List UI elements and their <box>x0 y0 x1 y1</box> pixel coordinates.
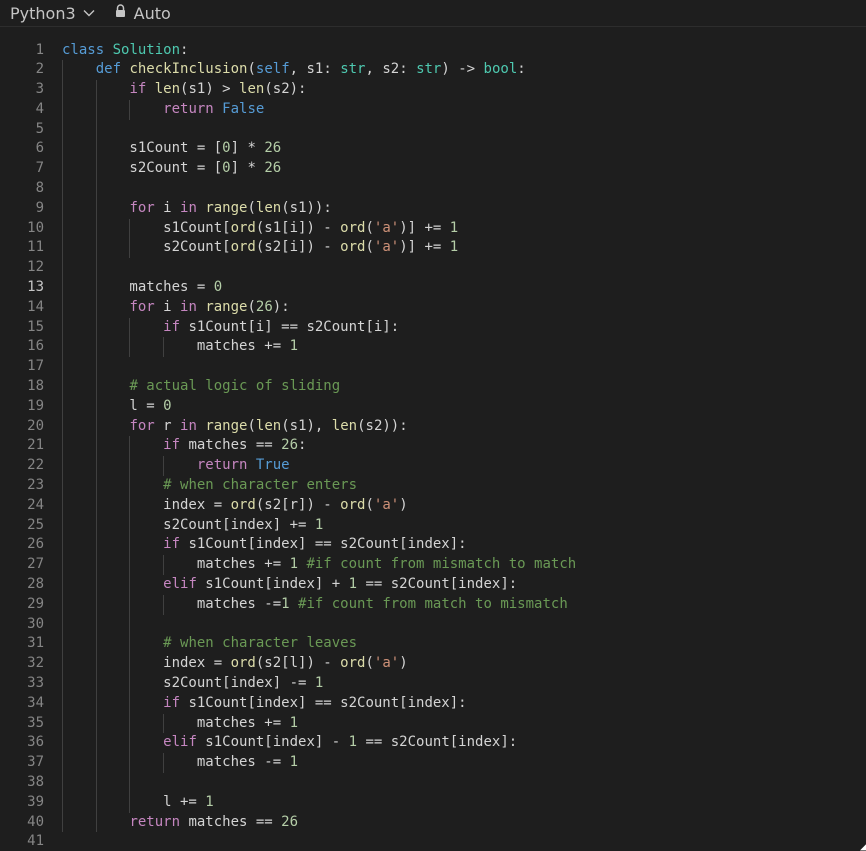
indent-guide <box>95 179 97 199</box>
code-text: s1Count[ord(s1[i]) - ord('a')] += 1 <box>62 219 459 236</box>
line-number: 2 <box>35 61 44 78</box>
auto-mode-toggle[interactable]: Auto <box>115 4 171 23</box>
code-text: for r in range(len(s1), len(s2)): <box>129 417 408 434</box>
code-text: class Solution: <box>62 41 189 58</box>
indent-guide <box>129 614 131 635</box>
code-text: def checkInclusion(self, s1: str, s2: st… <box>95 61 526 78</box>
indent-guide <box>62 119 63 140</box>
indent-guide <box>62 772 63 793</box>
line-number: 33 <box>27 675 44 691</box>
line-number: 38 <box>27 773 44 790</box>
line-number: 22 <box>27 457 44 474</box>
code-text: # when character leaves <box>163 635 358 652</box>
indent-guide <box>62 614 63 635</box>
code-text: s2Count[ord(s2[i]) - ord('a')] += 1 <box>62 239 459 256</box>
code-text: # when character enters <box>163 477 358 494</box>
line-number: 31 <box>27 635 44 652</box>
indent-guide <box>95 119 97 140</box>
line-number: 13 <box>27 279 44 296</box>
code-text: index = ord(s2[l]) - ord('a') <box>62 655 408 672</box>
line-number: 7 <box>35 160 44 177</box>
code-text: if s1Count[index] == s2Count[index]: <box>163 694 467 711</box>
code-editor[interactable]: Python3 Auto 1 class Solution: 2 def check… <box>0 0 866 851</box>
line-number: 35 <box>27 714 44 731</box>
chevron-down-icon <box>83 2 95 21</box>
indent-guide <box>95 614 97 635</box>
code-text: matches -=1 #if count from match to mism… <box>62 595 568 612</box>
line-number: 36 <box>27 734 44 751</box>
code-text: s2Count = [0] * 26 <box>62 160 282 177</box>
line-number: 21 <box>27 437 44 454</box>
mode-label: Auto <box>133 3 171 23</box>
code-text: matches += 1 <box>62 714 299 731</box>
indent-guide <box>95 258 97 279</box>
line-number: 4 <box>35 100 44 117</box>
line-number: 12 <box>27 259 44 276</box>
line-number: 39 <box>27 793 44 810</box>
line-number: 10 <box>27 219 44 236</box>
code-text: l = 0 <box>62 397 172 414</box>
code-text: # actual logic of sliding <box>129 378 341 395</box>
line-number: 16 <box>27 338 44 355</box>
line-number: 1 <box>35 41 44 58</box>
line-number: 15 <box>27 318 44 335</box>
code-text: s1Count = [0] * 26 <box>62 140 282 157</box>
code-text: index = ord(s2[r]) - ord('a') <box>62 496 408 513</box>
line-number: 5 <box>35 120 44 137</box>
line-number: 37 <box>27 754 44 771</box>
language-select[interactable]: Python3 <box>10 4 95 23</box>
indent-guide <box>62 179 63 199</box>
line-number: 8 <box>35 180 44 197</box>
indent-guide <box>129 772 131 793</box>
code-text: for i in range(len(s1)): <box>129 199 332 216</box>
line-number: 24 <box>27 496 44 513</box>
line-number: 11 <box>27 239 44 256</box>
line-number: 6 <box>35 140 44 157</box>
code-text: return True <box>196 457 290 474</box>
line-number: 14 <box>27 298 44 315</box>
lock-icon <box>115 3 126 22</box>
line-number: 19 <box>27 397 44 414</box>
line-number: 41 <box>27 833 44 850</box>
line-number: 30 <box>27 615 44 632</box>
line-number: 32 <box>27 655 44 672</box>
code-text: elif s1Count[index] + 1 == s2Count[index… <box>163 576 518 593</box>
code-text: s2Count[index] -= 1 <box>62 675 324 691</box>
line-number: 34 <box>27 694 44 711</box>
line-number: 28 <box>27 576 44 593</box>
code-text: return matches == 26 <box>129 813 299 830</box>
indent-guide <box>62 357 63 378</box>
code-text: matches = 0 <box>62 279 223 296</box>
code-text: if s1Count[index] == s2Count[index]: <box>163 536 467 553</box>
line-number: 40 <box>27 813 44 830</box>
code-text: for i in range(26): <box>129 298 290 315</box>
code-text: matches += 1 #if count from mismatch to … <box>62 556 577 573</box>
line-number: 3 <box>35 81 44 98</box>
code-text: s2Count[index] += 1 <box>62 516 324 533</box>
code-text: matches += 1 <box>62 338 299 355</box>
indent-guide <box>62 258 63 279</box>
code-text: if s1Count[i] == s2Count[i]: <box>163 318 400 335</box>
mouse-cursor-icon: ◢ <box>860 839 866 851</box>
code-text: matches -= 1 <box>62 754 299 771</box>
line-number: 18 <box>27 378 44 395</box>
line-number: 26 <box>27 536 44 553</box>
line-number: 17 <box>27 358 44 375</box>
code-text: if len(s1) > len(s2): <box>129 81 307 98</box>
code-text: if matches == 26: <box>163 437 307 454</box>
line-number: 9 <box>35 199 44 216</box>
indent-guide <box>95 357 97 378</box>
code-text: elif s1Count[index] - 1 == s2Count[index… <box>163 734 518 751</box>
line-number: 20 <box>27 417 44 434</box>
line-number: 27 <box>27 556 44 573</box>
code-text: return False <box>163 100 265 117</box>
indent-guide <box>95 772 97 793</box>
line-number: 25 <box>27 516 44 533</box>
language-label: Python3 <box>10 3 76 23</box>
code-text: l += 1 <box>62 793 214 810</box>
line-number: 29 <box>27 595 44 612</box>
editor-toolbar: Python3 Auto <box>0 0 866 27</box>
line-number: 23 <box>27 477 44 494</box>
